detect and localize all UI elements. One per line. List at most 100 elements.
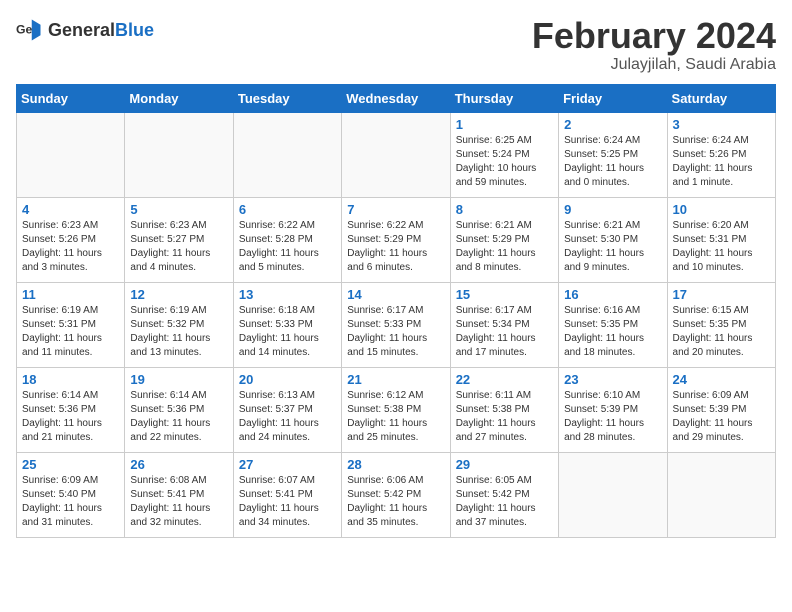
title-block: February 2024 Julayjilah, Saudi Arabia: [532, 16, 776, 74]
day-number: 16: [564, 287, 661, 302]
day-info: Sunrise: 6:05 AMSunset: 5:42 PMDaylight:…: [456, 474, 553, 530]
day-info: Sunrise: 6:24 AMSunset: 5:25 PMDaylight:…: [564, 134, 661, 190]
day-number: 12: [130, 287, 227, 302]
weekday-header: Monday: [125, 84, 233, 112]
logo-general: General: [48, 20, 115, 40]
calendar-cell: 18 Sunrise: 6:14 AMSunset: 5:36 PMDayligh…: [17, 367, 125, 452]
day-info: Sunrise: 6:09 AMSunset: 5:39 PMDaylight:…: [673, 389, 770, 445]
calendar-cell: 15 Sunrise: 6:17 AMSunset: 5:34 PMDayligh…: [450, 282, 558, 367]
day-number: 8: [456, 202, 553, 217]
day-number: 4: [22, 202, 119, 217]
calendar-cell: 27 Sunrise: 6:07 AMSunset: 5:41 PMDayligh…: [233, 452, 341, 537]
calendar-cell: 4Sunrise: 6:23 AMSunset: 5:26 PMDaylight…: [17, 197, 125, 282]
calendar-cell: 10Sunrise: 6:20 AMSunset: 5:31 PMDayligh…: [667, 197, 775, 282]
logo-blue: Blue: [115, 20, 154, 40]
day-info: Sunrise: 6:19 AMSunset: 5:31 PMDaylight:…: [22, 304, 119, 360]
day-number: 27: [239, 457, 336, 472]
calendar-cell: 28 Sunrise: 6:06 AMSunset: 5:42 PMDayligh…: [342, 452, 450, 537]
day-info: Sunrise: 6:14 AMSunset: 5:36 PMDaylight:…: [22, 389, 119, 445]
calendar-cell: 17Sunrise: 6:15 AMSunset: 5:35 PMDayligh…: [667, 282, 775, 367]
calendar-week-row: 25 Sunrise: 6:09 AMSunset: 5:40 PMDayligh…: [17, 452, 776, 537]
calendar-cell: [559, 452, 667, 537]
day-info: Sunrise: 6:22 AMSunset: 5:28 PMDaylight:…: [239, 219, 336, 275]
day-info: Sunrise: 6:17 AMSunset: 5:34 PMDaylight:…: [456, 304, 553, 360]
calendar-cell: 3Sunrise: 6:24 AMSunset: 5:26 PMDaylight…: [667, 112, 775, 197]
calendar-cell: 6Sunrise: 6:22 AMSunset: 5:28 PMDaylight…: [233, 197, 341, 282]
calendar-cell: [17, 112, 125, 197]
calendar-cell: [667, 452, 775, 537]
day-number: 28: [347, 457, 444, 472]
calendar-week-row: 1 Sunrise: 6:25 AMSunset: 5:24 PMDaylight…: [17, 112, 776, 197]
day-info: Sunrise: 6:21 AMSunset: 5:30 PMDaylight:…: [564, 219, 661, 275]
logo: Gen GeneralBlue: [16, 16, 154, 44]
weekday-header: Friday: [559, 84, 667, 112]
day-info: Sunrise: 6:21 AMSunset: 5:29 PMDaylight:…: [456, 219, 553, 275]
calendar-cell: 20Sunrise: 6:13 AMSunset: 5:37 PMDayligh…: [233, 367, 341, 452]
location-subtitle: Julayjilah, Saudi Arabia: [532, 56, 776, 74]
calendar-cell: 26 Sunrise: 6:08 AMSunset: 5:41 PMDayligh…: [125, 452, 233, 537]
logo-icon: Gen: [16, 16, 44, 44]
calendar-week-row: 4Sunrise: 6:23 AMSunset: 5:26 PMDaylight…: [17, 197, 776, 282]
day-number: 17: [673, 287, 770, 302]
calendar-cell: 14Sunrise: 6:17 AMSunset: 5:33 PMDayligh…: [342, 282, 450, 367]
day-number: 24: [673, 372, 770, 387]
calendar-cell: 22 Sunrise: 6:11 AMSunset: 5:38 PMDayligh…: [450, 367, 558, 452]
weekday-header: Thursday: [450, 84, 558, 112]
day-info: Sunrise: 6:17 AMSunset: 5:33 PMDaylight:…: [347, 304, 444, 360]
day-number: 18: [22, 372, 119, 387]
calendar-cell: 13Sunrise: 6:18 AMSunset: 5:33 PMDayligh…: [233, 282, 341, 367]
calendar-cell: 19Sunrise: 6:14 AMSunset: 5:36 PMDayligh…: [125, 367, 233, 452]
calendar-cell: 11 Sunrise: 6:19 AMSunset: 5:31 PMDayligh…: [17, 282, 125, 367]
day-number: 10: [673, 202, 770, 217]
calendar-cell: 29 Sunrise: 6:05 AMSunset: 5:42 PMDayligh…: [450, 452, 558, 537]
calendar-table: SundayMondayTuesdayWednesdayThursdayFrid…: [16, 84, 776, 538]
calendar-cell: 5 Sunrise: 6:23 AMSunset: 5:27 PMDaylight…: [125, 197, 233, 282]
calendar-cell: 16 Sunrise: 6:16 AMSunset: 5:35 PMDayligh…: [559, 282, 667, 367]
day-info: Sunrise: 6:10 AMSunset: 5:39 PMDaylight:…: [564, 389, 661, 445]
day-info: Sunrise: 6:25 AMSunset: 5:24 PMDaylight:…: [456, 134, 553, 190]
calendar-cell: 24 Sunrise: 6:09 AMSunset: 5:39 PMDayligh…: [667, 367, 775, 452]
day-info: Sunrise: 6:16 AMSunset: 5:35 PMDaylight:…: [564, 304, 661, 360]
calendar-cell: 1 Sunrise: 6:25 AMSunset: 5:24 PMDaylight…: [450, 112, 558, 197]
day-number: 5: [130, 202, 227, 217]
day-info: Sunrise: 6:06 AMSunset: 5:42 PMDaylight:…: [347, 474, 444, 530]
day-number: 21: [347, 372, 444, 387]
day-number: 7: [347, 202, 444, 217]
month-year-title: February 2024: [532, 16, 776, 56]
calendar-cell: 21 Sunrise: 6:12 AMSunset: 5:38 PMDayligh…: [342, 367, 450, 452]
weekday-header: Tuesday: [233, 84, 341, 112]
day-info: Sunrise: 6:09 AMSunset: 5:40 PMDaylight:…: [22, 474, 119, 530]
calendar-cell: 12 Sunrise: 6:19 AMSunset: 5:32 PMDayligh…: [125, 282, 233, 367]
calendar-cell: 2Sunrise: 6:24 AMSunset: 5:25 PMDaylight…: [559, 112, 667, 197]
day-number: 23: [564, 372, 661, 387]
calendar-cell: [342, 112, 450, 197]
day-number: 26: [130, 457, 227, 472]
day-info: Sunrise: 6:08 AMSunset: 5:41 PMDaylight:…: [130, 474, 227, 530]
day-info: Sunrise: 6:22 AMSunset: 5:29 PMDaylight:…: [347, 219, 444, 275]
day-number: 1: [456, 117, 553, 132]
day-number: 22: [456, 372, 553, 387]
weekday-header: Sunday: [17, 84, 125, 112]
page-header: Gen GeneralBlue February 2024 Julayjilah…: [16, 16, 776, 74]
day-info: Sunrise: 6:11 AMSunset: 5:38 PMDaylight:…: [456, 389, 553, 445]
calendar-week-row: 11 Sunrise: 6:19 AMSunset: 5:31 PMDayligh…: [17, 282, 776, 367]
calendar-cell: 8 Sunrise: 6:21 AMSunset: 5:29 PMDaylight…: [450, 197, 558, 282]
day-info: Sunrise: 6:14 AMSunset: 5:36 PMDaylight:…: [130, 389, 227, 445]
day-info: Sunrise: 6:07 AMSunset: 5:41 PMDaylight:…: [239, 474, 336, 530]
calendar-header-row: SundayMondayTuesdayWednesdayThursdayFrid…: [17, 84, 776, 112]
day-number: 9: [564, 202, 661, 217]
day-number: 15: [456, 287, 553, 302]
day-number: 3: [673, 117, 770, 132]
calendar-cell: 9 Sunrise: 6:21 AMSunset: 5:30 PMDaylight…: [559, 197, 667, 282]
day-info: Sunrise: 6:13 AMSunset: 5:37 PMDaylight:…: [239, 389, 336, 445]
day-number: 29: [456, 457, 553, 472]
calendar-cell: 25 Sunrise: 6:09 AMSunset: 5:40 PMDayligh…: [17, 452, 125, 537]
day-info: Sunrise: 6:23 AMSunset: 5:27 PMDaylight:…: [130, 219, 227, 275]
day-number: 25: [22, 457, 119, 472]
day-info: Sunrise: 6:19 AMSunset: 5:32 PMDaylight:…: [130, 304, 227, 360]
calendar-cell: 7 Sunrise: 6:22 AMSunset: 5:29 PMDaylight…: [342, 197, 450, 282]
day-info: Sunrise: 6:12 AMSunset: 5:38 PMDaylight:…: [347, 389, 444, 445]
calendar-cell: 23 Sunrise: 6:10 AMSunset: 5:39 PMDayligh…: [559, 367, 667, 452]
weekday-header: Wednesday: [342, 84, 450, 112]
day-number: 11: [22, 287, 119, 302]
